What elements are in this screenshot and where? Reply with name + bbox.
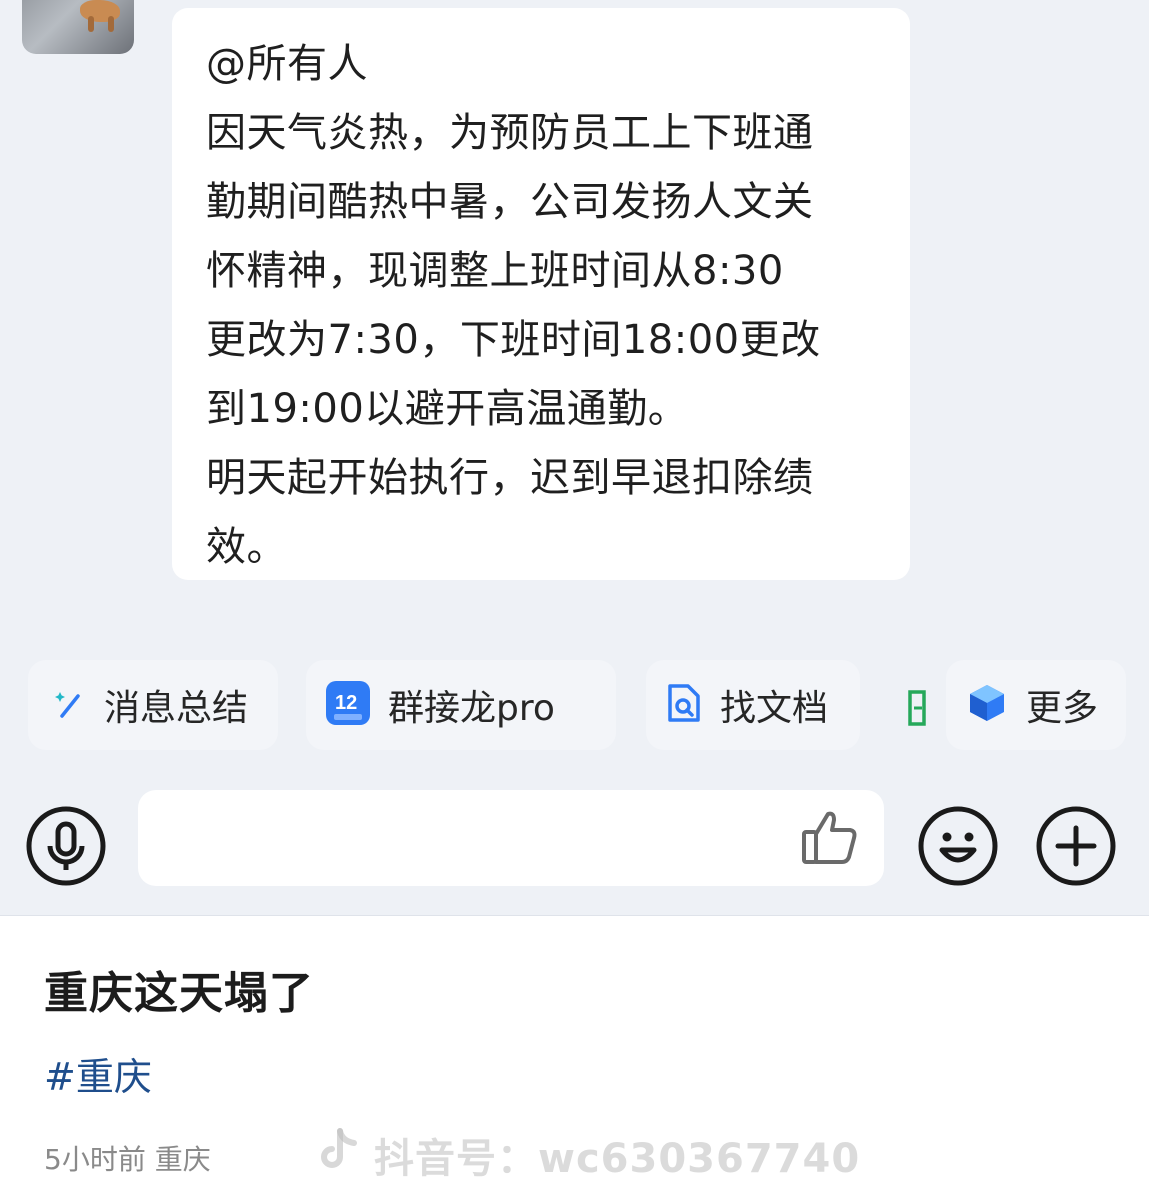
douyin-logo-icon [320, 1127, 360, 1183]
avatar-dog-leg [88, 16, 94, 32]
message-mention: @所有人 [206, 41, 368, 87]
post-meta: 5小时前 重庆 [44, 1143, 211, 1176]
smiley-icon [918, 806, 998, 886]
message-line: 效。 [206, 524, 287, 570]
jielong-pro-button[interactable]: 12 群接龙pro [306, 660, 616, 750]
partially-hidden-app-icon [906, 688, 932, 732]
more-button[interactable]: 更多 [946, 660, 1126, 750]
doc-search-icon [666, 683, 702, 727]
avatar-dog-image [80, 0, 120, 22]
summary-button[interactable]: 消息总结 [28, 660, 278, 750]
emoji-button[interactable] [918, 806, 998, 886]
jielong-label: 群接龙pro [388, 688, 555, 729]
message-line: 到19:00以避开高温通勤。 [206, 386, 689, 432]
sparkle-wand-icon [52, 686, 86, 724]
watermark-text: 抖音号：wc630367740 [374, 1136, 861, 1182]
message-line: 更改为7:30，下班时间18:00更改 [206, 317, 821, 363]
message-line: 怀精神，现调整上班时间从8:30 [206, 248, 784, 294]
thumbs-up-icon[interactable] [800, 808, 858, 870]
chat-screenshot: @所有人 因天气炎热，为预防员工上下班通 勤期间酷热中暑，公司发扬人文关 怀精神… [0, 0, 1149, 916]
message-input[interactable] [138, 790, 884, 886]
more-label: 更多 [1026, 688, 1099, 729]
message-line: 勤期间酷热中暑，公司发扬人文关 [206, 179, 814, 225]
avatar-dog-leg [108, 16, 114, 32]
microphone-icon [26, 806, 106, 886]
voice-input-button[interactable] [26, 806, 106, 886]
pill-fade [556, 660, 616, 750]
find-docs-label: 找文档 [720, 688, 829, 729]
summary-label: 消息总结 [104, 688, 249, 729]
post-title: 重庆这天塌了 [44, 968, 314, 1019]
plus-icon [1036, 806, 1116, 886]
hashtag-link[interactable]: #重庆 [44, 1046, 152, 1101]
sender-avatar[interactable] [22, 0, 134, 54]
message-line: 因天气炎热，为预防员工上下班通 [206, 110, 814, 156]
find-docs-button[interactable]: 找文档 [646, 660, 860, 750]
svg-text:12: 12 [335, 692, 357, 714]
message-bubble[interactable]: @所有人 因天气炎热，为预防员工上下班通 勤期间酷热中暑，公司发扬人文关 怀精神… [172, 8, 910, 580]
douyin-watermark: 抖音号：wc630367740 [320, 1126, 860, 1184]
add-button[interactable] [1036, 806, 1116, 886]
cube-more-icon [966, 682, 1008, 728]
jielong-app-icon: 12 [326, 681, 370, 729]
message-line: 明天起开始执行，迟到早退扣除绩 [206, 455, 814, 501]
